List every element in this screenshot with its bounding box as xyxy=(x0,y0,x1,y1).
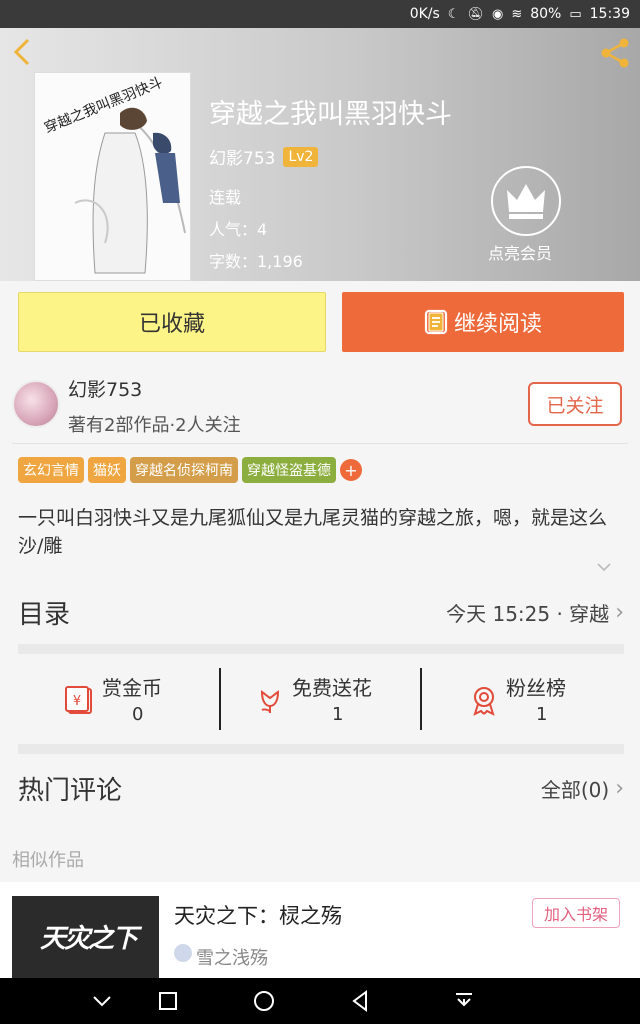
list-item[interactable]: 天灾之下 天灾之下：棂之殇 雪之浅殇 加入书架 xyxy=(0,882,640,978)
stat-label: 粉丝榜 xyxy=(506,676,566,700)
stat-label: 免费送花 xyxy=(292,676,372,700)
share-button[interactable] xyxy=(598,36,632,70)
chevron-left-icon xyxy=(13,38,30,66)
rec-thumbnail[interactable]: 天灾之下 xyxy=(12,896,159,978)
follow-button[interactable]: 已关注 xyxy=(528,382,622,426)
clock: 15:39 xyxy=(589,6,630,22)
tag-item[interactable]: 穿越名侦探柯南 xyxy=(130,457,238,483)
book-cover[interactable]: 穿越之我叫黑羽快斗 xyxy=(34,72,191,281)
tag-item[interactable]: 猫妖 xyxy=(88,457,126,483)
author-avatar-icon xyxy=(174,944,192,962)
book-icon xyxy=(424,309,448,335)
home-icon[interactable] xyxy=(252,989,276,1013)
crown-icon xyxy=(507,184,545,219)
svg-text:¥: ¥ xyxy=(73,694,81,709)
book-popularity: 人气：4 xyxy=(209,220,268,239)
book-author[interactable]: 幻影753 xyxy=(209,144,275,169)
continue-reading-label: 继续阅读 xyxy=(453,312,542,337)
author-name[interactable]: 幻影753 xyxy=(68,375,142,402)
add-to-shelf-button[interactable]: 加入书架 xyxy=(532,898,620,928)
divider xyxy=(18,644,624,654)
rec-title: 天灾之下：棂之殇 xyxy=(174,904,342,928)
add-tag-button[interactable]: + xyxy=(340,459,362,481)
recent-apps-icon[interactable] xyxy=(156,989,180,1013)
stat-label: 赏金币 xyxy=(102,676,162,700)
tag-item[interactable]: 玄幻言情 xyxy=(18,457,84,483)
back-button[interactable] xyxy=(8,36,40,68)
reward-coins-button[interactable]: ¥ 赏金币 0 xyxy=(18,668,218,730)
hot-comments-title: 热门评论 xyxy=(18,775,123,806)
book-status: 连载 xyxy=(209,188,242,207)
battery-percent: 80% xyxy=(530,6,562,22)
vip-button[interactable] xyxy=(491,166,561,236)
medal-icon xyxy=(473,687,495,716)
book-header: 穿越之我叫黑羽快斗 穿越之我叫黑羽快斗 幻影753 Lv2 连载 人气：4 字数… xyxy=(0,28,640,281)
battery-icon: ▭ xyxy=(569,6,582,22)
vip-label[interactable]: 点亮会员 xyxy=(488,240,552,264)
stat-value: 0 xyxy=(132,704,144,725)
mute-icon: 🔕︎ xyxy=(467,6,484,22)
eye-icon: ◉ xyxy=(491,6,504,22)
book-word-count: 字数：1,196 xyxy=(209,252,303,271)
book-author-line: 幻影753 Lv2 xyxy=(209,144,319,169)
divider xyxy=(18,744,624,754)
chevron-right-icon: › xyxy=(615,775,624,801)
author-stats: 著有2部作品·2人关注 xyxy=(68,415,241,436)
coin-icon: ¥ xyxy=(65,686,92,714)
wifi-icon: ≋ xyxy=(511,6,523,22)
navigation-bar xyxy=(0,978,640,1024)
moon-icon: ☾ xyxy=(447,6,460,22)
similar-works-label: 相似作品 xyxy=(12,850,84,871)
notification-pull-icon[interactable] xyxy=(452,989,476,1013)
flower-icon xyxy=(260,690,280,713)
rec-author: 雪之浅殇 xyxy=(196,948,268,969)
send-flower-button[interactable]: 免费送花 1 xyxy=(208,668,408,730)
divider xyxy=(12,443,628,444)
fan-ranking-button[interactable]: 粉丝榜 1 xyxy=(422,668,622,730)
chevron-right-icon: › xyxy=(615,599,624,625)
tag-list: 玄幻言情 猫妖 穿越名侦探柯南 穿越怪盗基德 + xyxy=(18,457,362,483)
all-comments-link[interactable]: 全部(0) xyxy=(541,774,609,803)
book-description: 一只叫白羽快斗又是九尾狐仙又是九尾灵猫的穿越之旅，嗯，就是这么沙/雕 xyxy=(18,507,608,557)
back-icon[interactable] xyxy=(348,989,372,1013)
catalog-title: 目录 xyxy=(18,599,71,630)
hot-comments-row[interactable]: 热门评论 全部(0) › xyxy=(18,768,624,808)
level-badge: Lv2 xyxy=(283,146,319,167)
rec-thumbnail-text: 天灾之下 xyxy=(40,924,138,954)
tag-item[interactable]: 穿越怪盗基德 xyxy=(242,457,336,483)
favorited-button[interactable]: 已收藏 xyxy=(18,292,326,352)
stat-value: 1 xyxy=(332,704,344,725)
stat-value: 1 xyxy=(536,704,548,725)
speed-indicator: 0K/s xyxy=(409,6,440,22)
catalog-row[interactable]: 目录 今天 15:25 · 穿越 › xyxy=(18,592,624,632)
book-title: 穿越之我叫黑羽快斗 xyxy=(209,99,452,130)
status-bar: 0K/s ☾ 🔕︎ ◉ ≋ 80% ▭ 15:39 xyxy=(0,0,640,28)
latest-chapter: 今天 15:25 · 穿越 xyxy=(446,601,610,626)
chevron-down-icon[interactable] xyxy=(596,562,612,572)
continue-reading-button[interactable]: 继续阅读 xyxy=(342,292,624,352)
share-icon xyxy=(601,38,629,68)
chevron-down-icon[interactable] xyxy=(90,989,114,1013)
avatar[interactable] xyxy=(12,380,60,428)
